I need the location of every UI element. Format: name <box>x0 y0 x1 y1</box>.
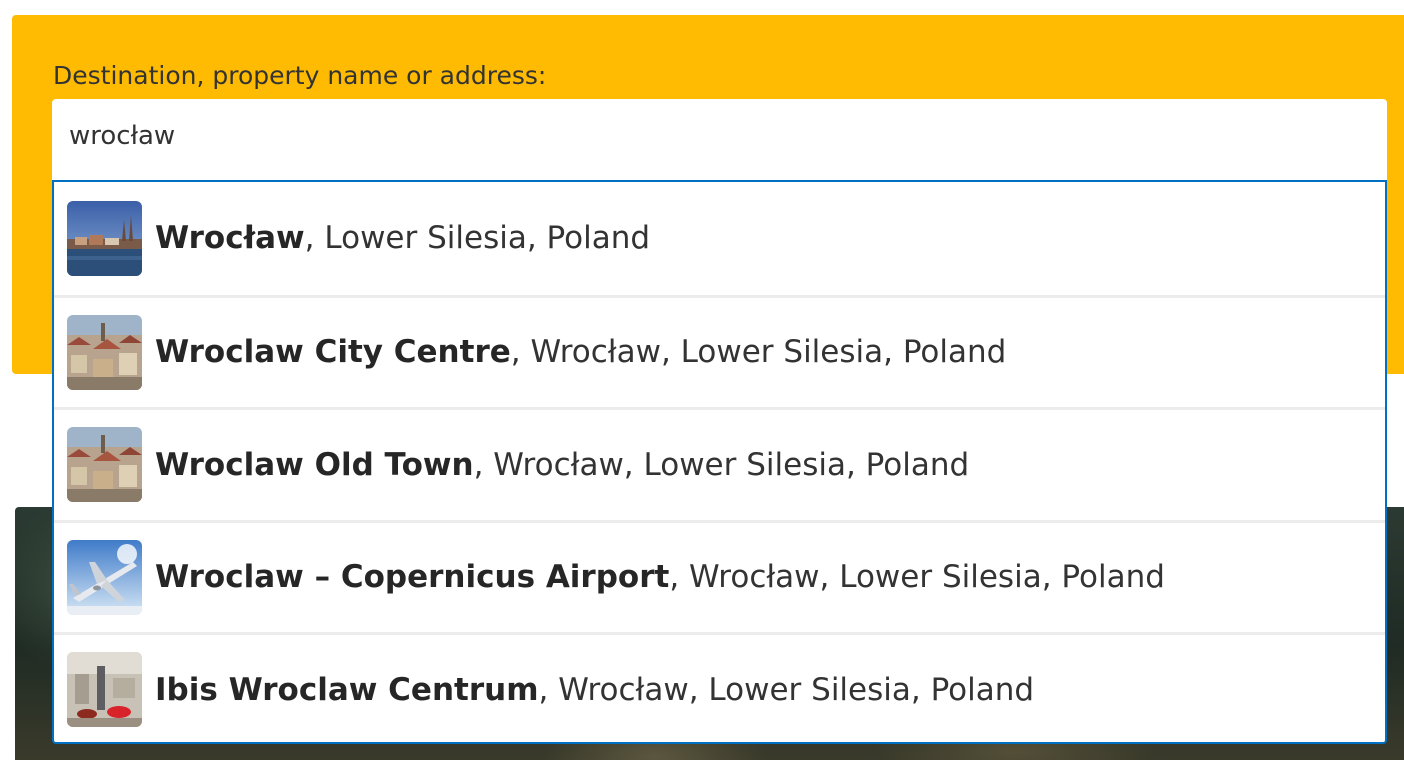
suggestion-details: , Wrocław, Lower Silesia, Poland <box>669 559 1165 596</box>
suggestion-details: , Wrocław, Lower Silesia, Poland <box>473 446 970 483</box>
destination-label: Destination, property name or address: <box>53 61 547 90</box>
suggestion-name: Wroclaw Old Town <box>155 446 474 483</box>
hotel-lobby-thumbnail <box>67 652 142 728</box>
suggestion-item-city-centre[interactable]: Wroclaw City Centre, Wrocław, Lower Sile… <box>54 294 1385 408</box>
suggestion-name: Wroclaw City Centre <box>155 334 511 371</box>
suggestion-item-ibis-hotel[interactable]: Ibis Wroclaw Centrum, Wrocław, Lower Sil… <box>54 632 1385 742</box>
suggestion-details: , Lower Silesia, Poland <box>304 220 651 257</box>
autocomplete-dropdown: Wrocław, Lower Silesia, Poland Wroclaw C… <box>52 180 1387 744</box>
city-rooftops-thumbnail <box>67 427 142 503</box>
suggestion-details: , Wrocław, Lower Silesia, Poland <box>510 334 1007 371</box>
suggestion-name: Wroclaw – Copernicus Airport <box>155 559 670 596</box>
suggestion-details: , Wrocław, Lower Silesia, Poland <box>538 671 1035 708</box>
destination-input[interactable] <box>52 99 1387 183</box>
suggestion-item-airport[interactable]: Wroclaw – Copernicus Airport, Wrocław, L… <box>54 519 1385 633</box>
city-panorama-thumbnail <box>67 200 142 276</box>
city-rooftops-thumbnail <box>67 314 142 390</box>
suggestion-name: Wrocław <box>155 220 305 257</box>
airplane-thumbnail <box>67 539 142 615</box>
suggestion-item-old-town[interactable]: Wroclaw Old Town, Wrocław, Lower Silesia… <box>54 407 1385 520</box>
suggestion-item-wroclaw[interactable]: Wrocław, Lower Silesia, Poland <box>54 182 1385 295</box>
suggestion-name: Ibis Wroclaw Centrum <box>155 671 539 708</box>
